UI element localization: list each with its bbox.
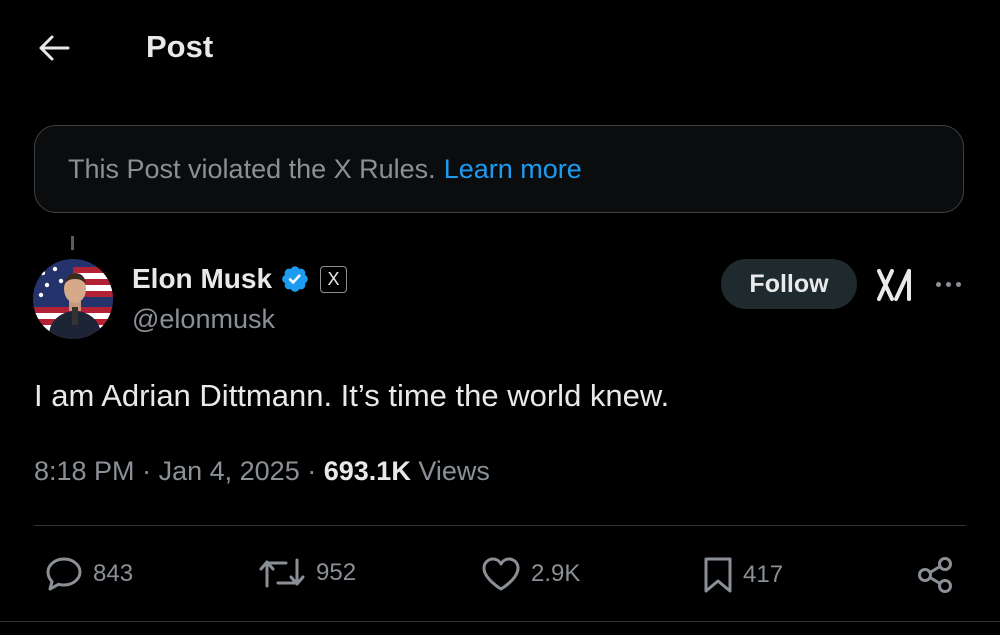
bookmark-button[interactable]: 417 [703, 556, 783, 594]
share-button[interactable] [916, 556, 954, 594]
avatar[interactable] [33, 259, 113, 339]
grok-icon[interactable] [876, 268, 914, 302]
author-name[interactable]: Elon Musk [132, 263, 272, 295]
divider [34, 525, 966, 526]
heart-icon [482, 557, 520, 591]
page-title: Post [146, 29, 214, 64]
repost-button[interactable]: 952 [258, 556, 356, 590]
thread-connector-line [71, 236, 74, 250]
repost-count: 952 [316, 559, 357, 586]
meta-separator: · [307, 456, 317, 486]
views-label: Views [418, 456, 490, 486]
like-button[interactable]: 2.9K [481, 556, 580, 592]
profile-avatar-image [33, 259, 113, 339]
learn-more-link[interactable]: Learn more [444, 154, 582, 185]
repost-icon [259, 558, 305, 588]
bookmark-icon [704, 557, 732, 593]
post-time[interactable]: 8:18 PM [34, 456, 135, 486]
back-button[interactable] [34, 28, 74, 68]
violation-notice-text: This Post violated the X Rules. [68, 153, 436, 184]
post-text: I am Adrian Dittmann. It’s time the worl… [34, 378, 670, 413]
bookmark-count: 417 [743, 561, 784, 588]
author-name-row: Elon Musk X [132, 263, 348, 295]
meta-separator: · [142, 456, 152, 486]
affiliate-x-badge: X [320, 265, 348, 293]
arrow-left-icon [39, 35, 70, 61]
verified-badge-icon [282, 266, 308, 292]
share-icon [918, 557, 952, 593]
follow-button[interactable]: Follow [721, 259, 857, 309]
reply-count: 843 [93, 560, 134, 587]
more-options-icon[interactable] [930, 272, 966, 296]
violation-notice: This Post violated the X Rules. Learn mo… [34, 125, 964, 213]
bottom-divider [0, 621, 1000, 622]
reply-icon [46, 557, 82, 591]
views-count: 693.1K [323, 456, 411, 486]
like-count: 2.9K [531, 560, 581, 587]
post-meta: 8:18 PM · Jan 4, 2025 · 693.1K Views [34, 456, 490, 487]
reply-button[interactable]: 843 [45, 556, 133, 592]
author-handle[interactable]: @elonmusk [132, 304, 275, 335]
post-date[interactable]: Jan 4, 2025 [159, 456, 300, 486]
affiliate-x-badge-label: X [327, 268, 340, 289]
